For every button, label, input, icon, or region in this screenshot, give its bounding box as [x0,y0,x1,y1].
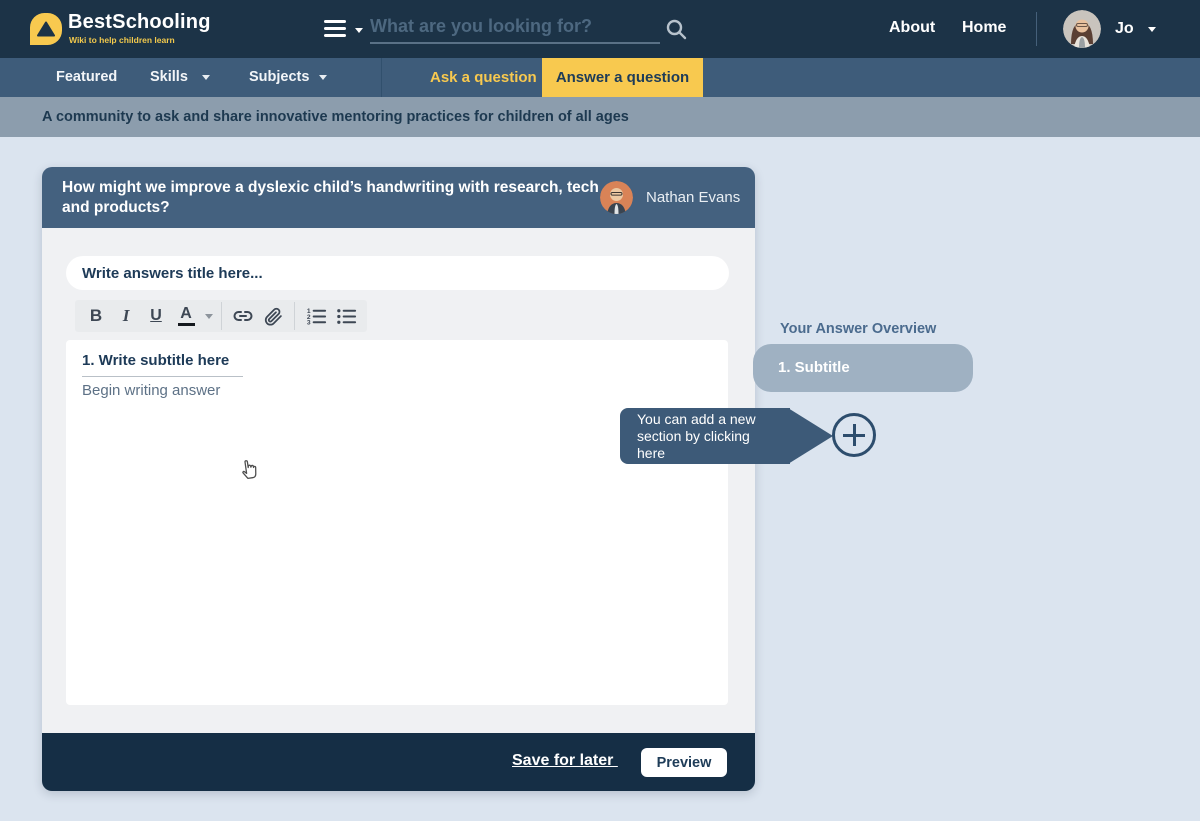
tooltip-box: You can add a new section by clicking he… [620,408,790,464]
plus-icon [843,424,865,446]
link-icon [233,311,253,321]
avatar [600,181,633,214]
hand-cursor-icon [242,460,257,479]
question-author: Nathan Evans [600,181,740,214]
community-banner: A community to ask and share innovative … [0,97,1200,137]
preview-button[interactable]: Preview [641,748,727,777]
logo-triangle-icon [37,21,55,37]
card-footer: Save for later Preview [42,733,755,791]
question-header: How might we improve a dyslexic child’s … [42,167,755,228]
author-name: Nathan Evans [646,189,741,206]
text-color-button[interactable]: A [173,302,199,330]
tooltip-arrow [788,408,833,464]
search [370,10,660,48]
svg-text:3: 3 [306,319,310,326]
answer-editor-panel: B I U A [42,228,755,733]
nav-item-skills[interactable]: Skills [150,58,188,97]
search-input[interactable] [370,10,660,44]
subtitle-placeholder: 1. Write subtitle here [82,352,244,377]
save-for-later-link[interactable]: Save for later [512,752,618,770]
link-button[interactable] [230,302,256,330]
bold-button[interactable]: B [83,302,109,330]
question-title: How might we improve a dyslexic child’s … [62,179,599,216]
nav-item-subjects[interactable]: Subjects [249,58,309,97]
nav-item-featured[interactable]: Featured [56,58,117,97]
bullet-list-button[interactable] [333,302,359,330]
brand-tagline: Wiki to help children learn [69,35,175,45]
user-name: Jo [1115,20,1134,37]
chevron-down-icon [1147,26,1156,32]
nav-link-about[interactable]: About [889,19,935,37]
format-group: B I U A [75,300,221,332]
attachment-button[interactable] [260,302,286,330]
text-color-label: A [180,304,192,322]
header-divider [1036,12,1037,46]
logo-icon[interactable] [30,13,62,45]
search-icon[interactable] [664,17,688,41]
secondary-nav: Featured Skills Subjects Ask a question … [0,58,1200,97]
answer-body-editor[interactable]: 1. Write subtitle here Begin writing ans… [66,340,728,705]
color-swatch [177,322,195,327]
answer-question-tab[interactable]: Answer a question [542,58,703,97]
ordered-list-icon: 1 2 3 [306,308,326,326]
page: BestSchooling Wiki to help children lear… [0,0,1200,821]
add-section-tooltip: You can add a new section by clicking he… [620,408,833,464]
paperclip-icon [264,307,282,326]
user-menu[interactable]: Jo [1063,10,1156,48]
chevron-down-icon[interactable] [205,313,213,319]
body-placeholder: Begin writing answer [82,382,221,399]
editor-toolbar: B I U A 1 2 3 [75,300,367,332]
chevron-down-icon [355,28,363,33]
nav-divider [381,58,382,97]
overview-title: Your Answer Overview [780,321,937,337]
ask-question-tab[interactable]: Ask a question [430,58,537,97]
insert-group [222,300,294,332]
section-subtitle: 1. Write subtitle here [82,352,244,377]
tooltip-text: You can add a new section by clicking he… [637,410,756,461]
ordered-list-button[interactable]: 1 2 3 [303,302,329,330]
underline-button[interactable]: U [143,302,169,330]
add-section-button[interactable] [832,413,876,457]
avatar [1063,10,1101,48]
overview-section-pill[interactable]: 1. Subtitle [753,344,973,392]
hamburger-icon [324,20,346,41]
bullet-list-icon [336,308,356,324]
answer-card: How might we improve a dyslexic child’s … [42,167,755,791]
brand-name[interactable]: BestSchooling [68,11,211,34]
answer-title-input[interactable] [66,256,729,290]
menu-button[interactable] [324,19,368,41]
top-header: BestSchooling Wiki to help children lear… [0,0,1200,58]
italic-button[interactable]: I [113,302,139,330]
nav-link-home[interactable]: Home [962,19,1006,37]
chevron-down-icon[interactable] [202,75,210,80]
list-group: 1 2 3 [295,300,367,332]
banner-text: A community to ask and share innovative … [42,109,629,125]
chevron-down-icon[interactable] [319,75,327,80]
